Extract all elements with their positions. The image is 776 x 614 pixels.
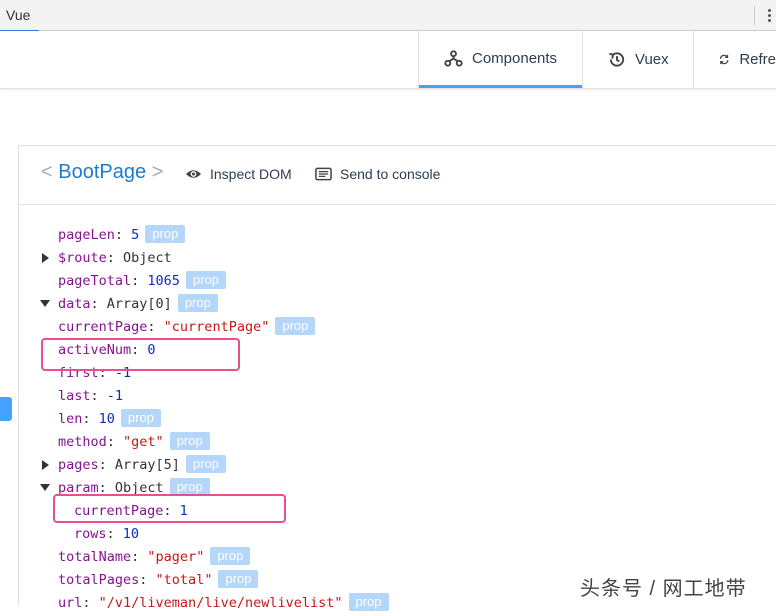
tree-value: -1: [106, 388, 124, 404]
tree-row: len: 10 prop: [58, 408, 161, 430]
eye-icon: [185, 170, 202, 178]
devtools-tab-label: Vue: [6, 7, 31, 23]
component-breadcrumb: < BootPage >: [41, 161, 163, 184]
tree-key: currentPage: [58, 319, 148, 335]
history-icon: [609, 52, 625, 67]
prop-badge: prop: [169, 432, 210, 450]
tree-colon: :: [82, 411, 99, 427]
devtools-tab-vue[interactable]: Vue: [0, 0, 39, 32]
tree-value: 1065: [147, 273, 180, 289]
inspect-dom-button[interactable]: Inspect DOM: [185, 166, 292, 182]
tree-row: method: "get" prop: [58, 431, 210, 453]
tree-value: "total": [155, 572, 213, 588]
tree-key: pageLen: [58, 227, 115, 243]
tree-row: last: -1: [58, 385, 123, 407]
tree-value: 5: [131, 227, 140, 243]
tree-colon: :: [106, 526, 123, 542]
tree-value: Object: [123, 250, 172, 266]
prop-badge: prop: [145, 225, 186, 243]
component-tree-pane: [0, 145, 19, 606]
tree-row: currentPage: "currentPage" prop: [58, 316, 316, 338]
tree-key: last: [58, 388, 91, 404]
prop-badge: prop: [218, 570, 259, 588]
refresh-icon: [719, 54, 729, 65]
collapse-arrow-icon[interactable]: [40, 300, 50, 307]
tree-colon: :: [131, 549, 148, 565]
tree-value: "currentPage": [163, 319, 270, 335]
tree-value: "pager": [147, 549, 205, 565]
tab-components[interactable]: Components: [419, 31, 582, 88]
tree-colon: :: [114, 227, 132, 243]
tree-value: Array[0]: [106, 296, 172, 312]
breadcrumb-close: >: [151, 161, 164, 183]
tree-colon: :: [90, 388, 107, 404]
devtools-tabbar: Vue: [0, 0, 776, 32]
component-name: BootPage: [58, 161, 147, 183]
tree-row: pageTotal: 1065 prop: [58, 270, 226, 292]
divider: [754, 6, 755, 25]
inspect-dom-label: Inspect DOM: [210, 166, 292, 182]
tree-key: data: [58, 296, 91, 312]
tree-colon: :: [131, 273, 148, 289]
send-to-console-button[interactable]: Send to console: [315, 166, 440, 182]
prop-badge: prop: [185, 271, 226, 289]
console-icon: [315, 167, 332, 181]
tree-key: len: [58, 411, 83, 427]
prop-badge: prop: [275, 317, 316, 335]
tree-value: Array[5]: [114, 457, 180, 473]
more-options-icon[interactable]: [768, 9, 771, 24]
components-icon: [444, 49, 463, 67]
breadcrumb-open: <: [41, 161, 53, 183]
tree-key: method: [58, 434, 107, 450]
selected-component-indicator[interactable]: [0, 397, 12, 421]
tab-vuex-label: Vuex: [635, 51, 669, 68]
prop-badge: prop: [185, 455, 226, 473]
tree-colon: :: [90, 296, 107, 312]
tree-colon: :: [106, 250, 124, 266]
expand-arrow-icon[interactable]: [42, 253, 49, 263]
tab-components-label: Components: [472, 49, 558, 67]
tree-value: 10: [98, 411, 115, 427]
tree-value: 10: [122, 526, 140, 542]
tree-row: rows: 10: [74, 523, 139, 545]
tree-colon: :: [147, 319, 164, 335]
prop-badge: prop: [348, 593, 389, 611]
tree-colon: :: [106, 434, 124, 450]
tree-key: pages: [58, 457, 99, 473]
expand-arrow-icon[interactable]: [42, 460, 49, 470]
prop-badge: prop: [120, 409, 161, 427]
tree-row[interactable]: $route: Object: [58, 247, 172, 269]
highlight-box-activenum: [41, 338, 240, 371]
inspector-header: < BootPage > Inspect DOM Send to console: [19, 145, 776, 205]
tree-key: rows: [74, 526, 107, 542]
prop-badge: prop: [177, 294, 218, 312]
tree-row[interactable]: pages: Array[5] prop: [58, 454, 226, 476]
refresh-button[interactable]: Refre: [694, 31, 776, 88]
watermark: 头条号 / 网工地带: [580, 578, 747, 600]
tree-colon: :: [82, 595, 99, 611]
tree-value: "get": [123, 434, 164, 450]
tree-row: totalPages: "total" prop: [58, 569, 259, 591]
tree-row[interactable]: data: Array[0] prop: [58, 293, 218, 315]
send-to-console-label: Send to console: [340, 166, 441, 182]
tree-colon: :: [98, 457, 115, 473]
tree-key: pageTotal: [58, 273, 132, 289]
highlight-box-currentpage: [53, 494, 286, 523]
tab-vuex[interactable]: Vuex: [583, 31, 693, 88]
tree-key: totalPages: [58, 572, 140, 588]
tree-row: totalName: "pager" prop: [58, 546, 251, 568]
vue-toolbar: Components Vuex Refre: [0, 31, 776, 89]
tree-key: url: [58, 595, 83, 611]
tree-colon: :: [139, 572, 156, 588]
tree-value: "/v1/liveman/live/newlivelist": [98, 595, 343, 611]
tree-key: totalName: [58, 549, 132, 565]
tree-row: url: "/v1/liveman/live/newlivelist" prop: [58, 592, 389, 614]
tree-row: pageLen: 5 prop: [58, 224, 186, 246]
prop-badge: prop: [210, 547, 251, 565]
tree-key: $route: [58, 250, 107, 266]
collapse-arrow-icon[interactable]: [40, 484, 50, 491]
refresh-label: Refre: [739, 51, 776, 68]
